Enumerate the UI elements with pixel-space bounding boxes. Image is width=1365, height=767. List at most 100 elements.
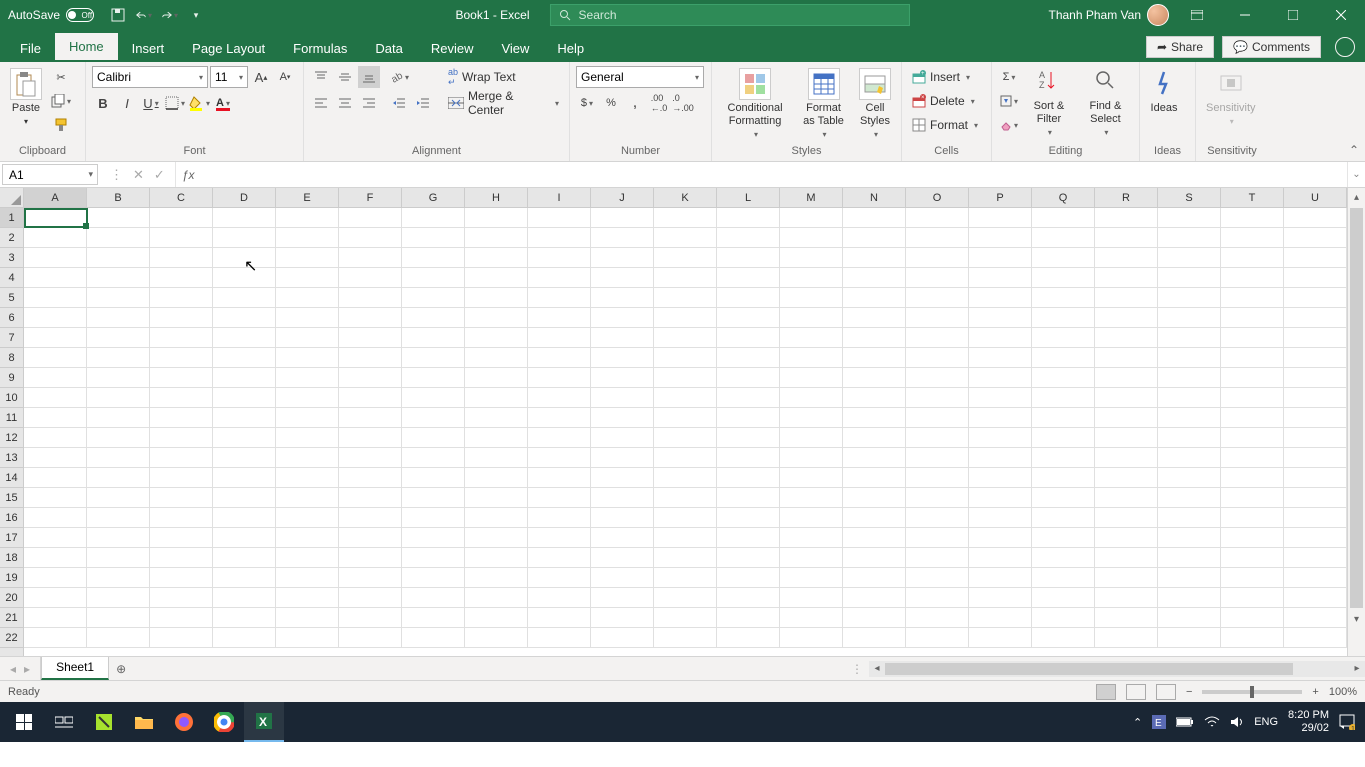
cell[interactable] bbox=[591, 548, 654, 568]
cell[interactable] bbox=[717, 608, 780, 628]
tab-review[interactable]: Review bbox=[417, 35, 488, 62]
firefox-icon[interactable] bbox=[164, 702, 204, 742]
cell[interactable] bbox=[1095, 628, 1158, 648]
cell[interactable] bbox=[213, 448, 276, 468]
cell[interactable] bbox=[276, 408, 339, 428]
vscroll-thumb[interactable] bbox=[1350, 208, 1363, 608]
italic-button[interactable]: I bbox=[116, 92, 138, 114]
cell[interactable] bbox=[717, 228, 780, 248]
cell[interactable] bbox=[1095, 248, 1158, 268]
cell[interactable] bbox=[717, 448, 780, 468]
cell[interactable] bbox=[339, 308, 402, 328]
cell[interactable] bbox=[717, 288, 780, 308]
cell[interactable] bbox=[276, 208, 339, 228]
cell[interactable] bbox=[276, 308, 339, 328]
cell[interactable] bbox=[843, 488, 906, 508]
cell[interactable] bbox=[528, 288, 591, 308]
cell[interactable] bbox=[87, 548, 150, 568]
row-header[interactable]: 1 bbox=[0, 208, 23, 228]
cell[interactable] bbox=[1095, 568, 1158, 588]
cell[interactable] bbox=[276, 568, 339, 588]
cell[interactable] bbox=[1221, 488, 1284, 508]
cell[interactable] bbox=[969, 468, 1032, 488]
cell[interactable] bbox=[213, 428, 276, 448]
cell[interactable] bbox=[24, 268, 87, 288]
row-header[interactable]: 14 bbox=[0, 468, 23, 488]
cell-styles-button[interactable]: Cell Styles bbox=[855, 66, 895, 142]
row-header[interactable]: 6 bbox=[0, 308, 23, 328]
cell[interactable] bbox=[87, 248, 150, 268]
cell[interactable] bbox=[1095, 368, 1158, 388]
cell[interactable] bbox=[1032, 248, 1095, 268]
cell[interactable] bbox=[969, 288, 1032, 308]
row-header[interactable]: 16 bbox=[0, 508, 23, 528]
cell[interactable] bbox=[213, 548, 276, 568]
cell[interactable] bbox=[528, 228, 591, 248]
cell[interactable] bbox=[87, 328, 150, 348]
align-middle-icon[interactable] bbox=[334, 66, 356, 88]
cell[interactable] bbox=[276, 448, 339, 468]
cell[interactable] bbox=[24, 568, 87, 588]
cell[interactable] bbox=[213, 228, 276, 248]
cell[interactable] bbox=[843, 368, 906, 388]
cell[interactable] bbox=[528, 588, 591, 608]
cell[interactable] bbox=[1284, 448, 1347, 468]
cell[interactable] bbox=[87, 208, 150, 228]
cell[interactable] bbox=[906, 308, 969, 328]
cell[interactable] bbox=[591, 268, 654, 288]
new-sheet-icon[interactable]: ⊕ bbox=[109, 657, 133, 680]
cell[interactable] bbox=[87, 368, 150, 388]
cell[interactable] bbox=[87, 288, 150, 308]
cell[interactable] bbox=[150, 588, 213, 608]
cell[interactable] bbox=[276, 508, 339, 528]
cell[interactable] bbox=[528, 528, 591, 548]
cell[interactable] bbox=[150, 568, 213, 588]
cell[interactable] bbox=[150, 348, 213, 368]
cell[interactable] bbox=[717, 508, 780, 528]
cell[interactable] bbox=[402, 388, 465, 408]
decrease-font-icon[interactable]: A▾ bbox=[274, 66, 296, 88]
row-header[interactable]: 8 bbox=[0, 348, 23, 368]
cell[interactable] bbox=[24, 528, 87, 548]
cell[interactable] bbox=[591, 428, 654, 448]
qat-customize-icon[interactable]: ▾ bbox=[188, 7, 204, 23]
cell[interactable] bbox=[1095, 608, 1158, 628]
volume-icon[interactable] bbox=[1230, 716, 1244, 728]
cell[interactable] bbox=[906, 568, 969, 588]
cell[interactable] bbox=[780, 428, 843, 448]
cell[interactable] bbox=[150, 388, 213, 408]
cell[interactable] bbox=[969, 608, 1032, 628]
align-center-icon[interactable] bbox=[334, 92, 356, 114]
cell[interactable] bbox=[654, 588, 717, 608]
collapse-ribbon-icon[interactable]: ⌃ bbox=[1349, 143, 1359, 157]
cell[interactable] bbox=[1158, 628, 1221, 648]
cell[interactable] bbox=[1095, 208, 1158, 228]
cell[interactable] bbox=[276, 608, 339, 628]
col-header[interactable]: K bbox=[654, 188, 717, 207]
cell[interactable] bbox=[1032, 228, 1095, 248]
cell[interactable] bbox=[780, 388, 843, 408]
delete-cells-button[interactable]: ×Delete bbox=[908, 90, 979, 112]
insert-cells-button[interactable]: +Insert bbox=[908, 66, 974, 88]
cell[interactable] bbox=[780, 208, 843, 228]
autosave[interactable]: AutoSave Off bbox=[0, 8, 102, 22]
cell[interactable] bbox=[969, 428, 1032, 448]
cell[interactable] bbox=[87, 528, 150, 548]
zoom-in-icon[interactable]: + bbox=[1312, 686, 1318, 698]
cell[interactable] bbox=[402, 228, 465, 248]
paste-button[interactable]: Paste▾ bbox=[6, 66, 46, 129]
cell[interactable] bbox=[1284, 548, 1347, 568]
fill-color-icon[interactable] bbox=[188, 92, 210, 114]
cell[interactable] bbox=[24, 448, 87, 468]
col-header[interactable]: N bbox=[843, 188, 906, 207]
cell[interactable] bbox=[1221, 588, 1284, 608]
cell[interactable] bbox=[1032, 628, 1095, 648]
cell[interactable] bbox=[402, 608, 465, 628]
cell[interactable] bbox=[591, 408, 654, 428]
cell[interactable] bbox=[1158, 408, 1221, 428]
cell[interactable] bbox=[654, 528, 717, 548]
cell[interactable] bbox=[1158, 528, 1221, 548]
tab-view[interactable]: View bbox=[487, 35, 543, 62]
cell[interactable] bbox=[780, 568, 843, 588]
share-button[interactable]: ➦Share bbox=[1146, 36, 1214, 58]
